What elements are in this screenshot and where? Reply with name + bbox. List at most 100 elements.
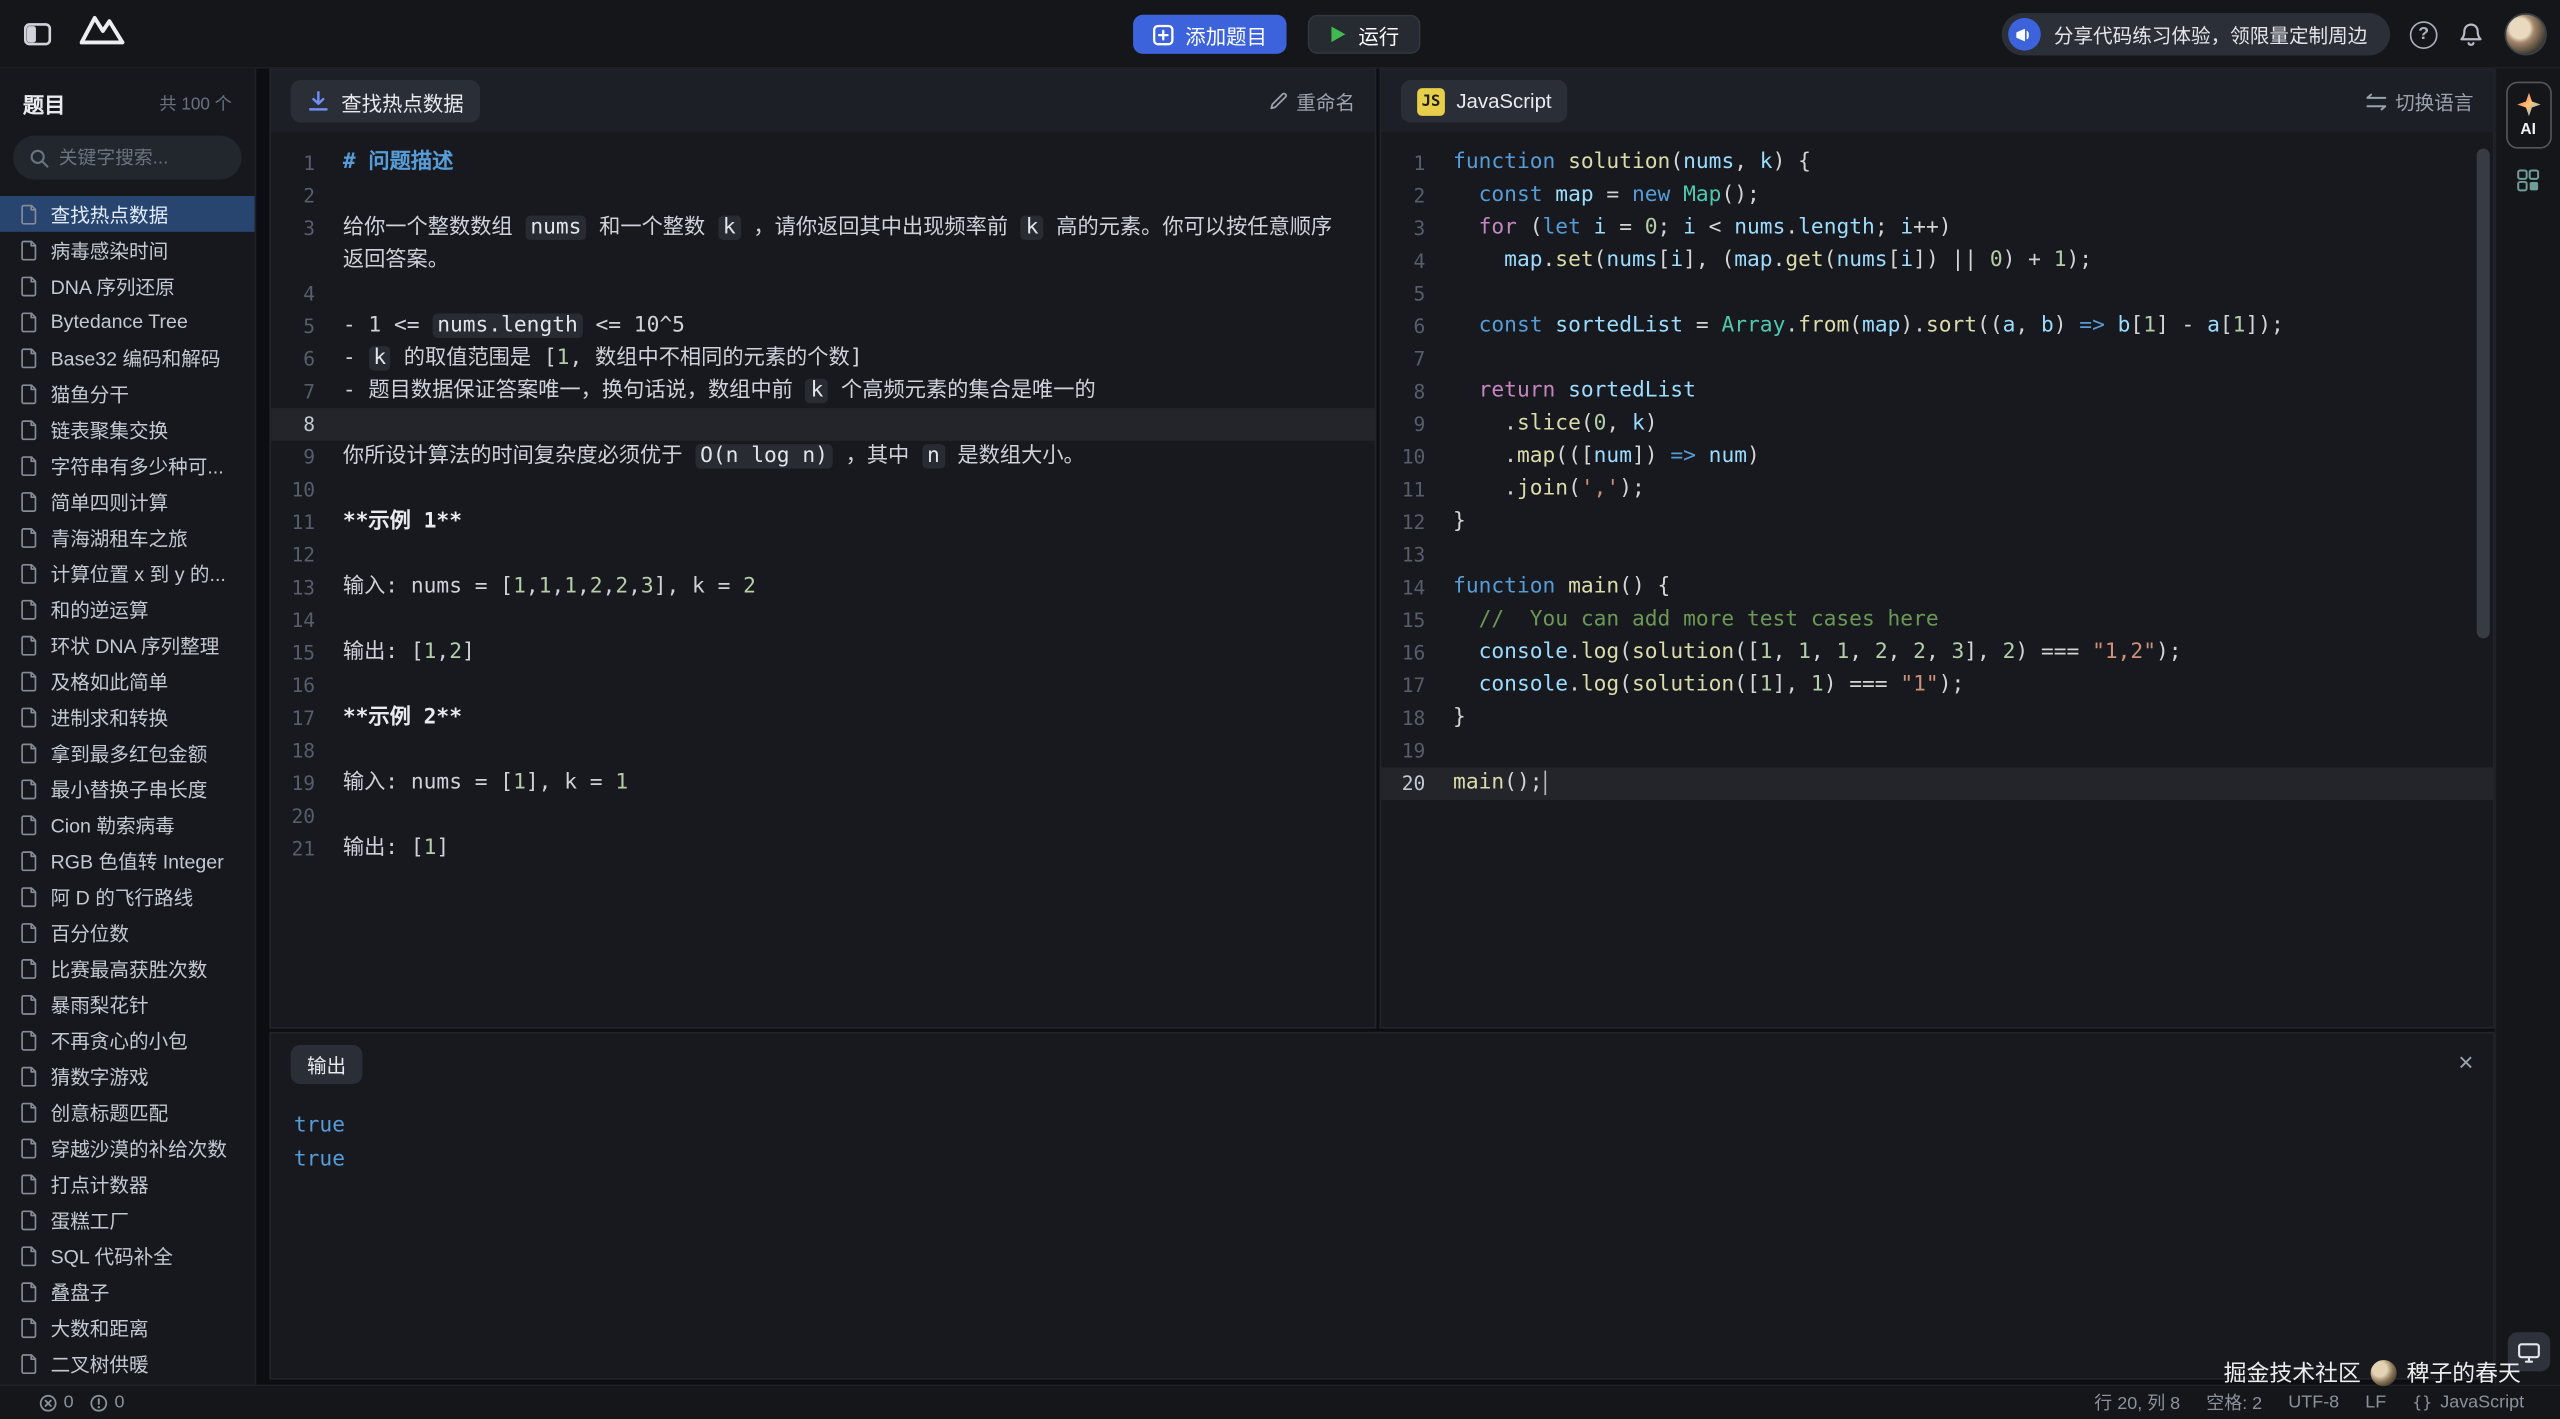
description-line[interactable]: 11**示例 1** [271, 506, 1375, 539]
sidebar-item-problem[interactable]: 比赛最高获胜次数 [0, 950, 255, 986]
sidebar-item-problem[interactable]: 猜数字游戏 [0, 1058, 255, 1094]
description-line[interactable]: 1# 问题描述 [271, 147, 1375, 180]
description-editor[interactable]: 1# 问题描述23给你一个整数数组 nums 和一个整数 k ，请你返回其中出现… [271, 132, 1375, 865]
description-line[interactable]: 13输入: nums = [1,1,1,2,2,3], k = 2 [271, 571, 1375, 604]
sidebar-item-problem[interactable]: 简单四则计算 [0, 483, 255, 519]
description-line[interactable]: 12 [271, 539, 1375, 572]
code-line[interactable]: 18} [1381, 702, 2493, 735]
sidebar-item-problem[interactable]: 字符串有多少种可... [0, 447, 255, 483]
close-output-button[interactable]: × [2458, 1051, 2473, 1077]
sidebar-item-problem[interactable]: 暴雨梨花针 [0, 986, 255, 1022]
code-line[interactable]: 20main(); [1381, 767, 2493, 800]
sidebar-item-problem[interactable]: SQL 代码补全 [0, 1238, 255, 1274]
sidebar-item-problem[interactable]: 链表聚集交换 [0, 411, 255, 447]
code-line[interactable]: 7 [1381, 343, 2493, 376]
code-line[interactable]: 4 map.set(nums[i], (map.get(nums[i]) || … [1381, 245, 2493, 278]
code-line[interactable]: 6 const sortedList = Array.from(map).sor… [1381, 310, 2493, 343]
search-input[interactable] [59, 148, 226, 168]
sidebar-item-problem[interactable]: 穿越沙漠的补给次数 [0, 1130, 255, 1166]
search-box[interactable] [13, 136, 242, 180]
switch-language-button[interactable]: 切换语言 [2366, 87, 2474, 115]
code-line[interactable]: 16 console.log(solution([1, 1, 1, 2, 2, … [1381, 637, 2493, 670]
code-line[interactable]: 12} [1381, 506, 2493, 539]
sidebar-item-problem[interactable]: 和的逆运算 [0, 591, 255, 627]
description-line[interactable]: 10 [271, 473, 1375, 506]
code-line[interactable]: 19 [1381, 735, 2493, 768]
code-line[interactable]: 15 // You can add more test cases here [1381, 604, 2493, 637]
code-editor[interactable]: 1function solution(nums, k) {2 const map… [1381, 132, 2493, 800]
sidebar-item-problem[interactable]: 病毒感染时间 [0, 232, 255, 268]
description-line[interactable]: 6- k 的取值范围是 [1, 数组中不相同的元素的个数] [271, 343, 1375, 376]
encoding[interactable]: UTF-8 [2288, 1393, 2339, 1413]
sidebar-item-problem[interactable]: 叠盘子 [0, 1273, 255, 1309]
sidebar-item-problem[interactable]: 创意标题匹配 [0, 1094, 255, 1130]
description-line[interactable]: 19输入: nums = [1], k = 1 [271, 767, 1375, 800]
code-line[interactable]: 13 [1381, 539, 2493, 572]
cursor-position[interactable]: 行 20, 列 8 [2094, 1389, 2180, 1415]
sidebar-item-problem[interactable]: RGB 色值转 Integer [0, 842, 255, 878]
sidebar-item-problem[interactable]: Cion 勒索病毒 [0, 807, 255, 843]
editor-scrollbar[interactable] [2477, 149, 2490, 639]
sidebar-item-problem[interactable]: 拿到最多红包金额 [0, 735, 255, 771]
rename-button[interactable]: 重命名 [1269, 87, 1356, 115]
description-line[interactable]: 3给你一个整数数组 nums 和一个整数 k ，请你返回其中出现频率前 k 高的… [271, 212, 1375, 277]
code-line[interactable]: 10 .map(([num]) => num) [1381, 441, 2493, 474]
sidebar-item-problem[interactable]: 猫鱼分干 [0, 376, 255, 412]
description-line[interactable]: 17**示例 2** [271, 702, 1375, 735]
ai-assistant-button[interactable]: AI [2505, 82, 2551, 149]
description-line[interactable]: 20 [271, 800, 1375, 833]
screen-share-button[interactable] [2507, 1332, 2549, 1371]
eol-setting[interactable]: LF [2365, 1393, 2386, 1413]
code-line[interactable]: 5 [1381, 278, 2493, 311]
language-mode[interactable]: {} JavaScript [2412, 1393, 2524, 1413]
sidebar-item-problem[interactable]: 计算位置 x 到 y 的... [0, 555, 255, 591]
sidebar-item-problem[interactable]: 蛋糕工厂 [0, 1202, 255, 1238]
description-line[interactable]: 4 [271, 278, 1375, 311]
run-button[interactable]: 运行 [1308, 15, 1421, 54]
sidebar-toggle-button[interactable] [23, 19, 52, 48]
code-line[interactable]: 1function solution(nums, k) { [1381, 147, 2493, 180]
user-avatar[interactable] [2504, 13, 2546, 55]
indent-setting[interactable]: 空格: 2 [2206, 1389, 2262, 1415]
sidebar-item-problem[interactable]: 百分位数 [0, 914, 255, 950]
description-line[interactable]: 21输出: [1] [271, 833, 1375, 866]
add-problem-button[interactable]: 添加题目 [1133, 15, 1286, 54]
sidebar-item-problem[interactable]: 查找热点数据 [0, 196, 255, 232]
code-line[interactable]: 11 .join(','); [1381, 473, 2493, 506]
sidebar-item-problem[interactable]: 青海湖租车之旅 [0, 519, 255, 555]
code-line[interactable]: 17 console.log(solution([1], 1) === "1")… [1381, 669, 2493, 702]
description-line[interactable]: 7- 题目数据保证答案唯一，换句话说，数组中前 k 个高频元素的集合是唯一的 [271, 376, 1375, 409]
description-line[interactable]: 2 [271, 180, 1375, 213]
sidebar-item-problem[interactable]: Bytedance Tree [0, 304, 255, 340]
language-chip[interactable]: JS JavaScript [1401, 80, 1568, 122]
description-line[interactable]: 8 [271, 408, 1375, 441]
warning-counter[interactable]: 0 [90, 1393, 124, 1413]
sidebar-item-problem[interactable]: 环状 DNA 序列整理 [0, 627, 255, 663]
sidebar-item-problem[interactable]: 及格如此简单 [0, 663, 255, 699]
help-button[interactable]: ? [2410, 20, 2438, 48]
notifications-button[interactable] [2457, 20, 2485, 48]
sidebar-item-problem[interactable]: 进制求和转换 [0, 699, 255, 735]
code-line[interactable]: 8 return sortedList [1381, 376, 2493, 409]
sidebar-item-problem[interactable]: 大数和距离 [0, 1309, 255, 1345]
description-line[interactable]: 5- 1 <= nums.length <= 10^5 [271, 310, 1375, 343]
sidebar-item-problem[interactable]: 二叉树供暖 [0, 1345, 255, 1381]
output-tab[interactable]: 输出 [291, 1045, 363, 1084]
sidebar-item-problem[interactable]: DNA 序列还原 [0, 268, 255, 304]
error-counter[interactable]: 0 [39, 1393, 73, 1413]
code-line[interactable]: 9 .slice(0, k) [1381, 408, 2493, 441]
description-line[interactable]: 9你所设计算法的时间复杂度必须优于 O(n log n) ，其中 n 是数组大小… [271, 441, 1375, 474]
extensions-button[interactable] [2516, 168, 2540, 192]
sidebar-item-problem[interactable]: 不再贪心的小包 [0, 1022, 255, 1058]
description-line[interactable]: 16 [271, 669, 1375, 702]
code-line[interactable]: 2 const map = new Map(); [1381, 180, 2493, 213]
description-line[interactable]: 14 [271, 604, 1375, 637]
sidebar-item-problem[interactable]: 最小替换子串长度 [0, 771, 255, 807]
sidebar-item-problem[interactable]: Base32 编码和解码 [0, 340, 255, 376]
description-line[interactable]: 15输出: [1,2] [271, 637, 1375, 670]
promo-banner[interactable]: 分享代码练习体验，领限量定制周边 [2002, 13, 2391, 55]
problem-title-chip[interactable]: 查找热点数据 [291, 80, 480, 122]
code-line[interactable]: 3 for (let i = 0; i < nums.length; i++) [1381, 212, 2493, 245]
sidebar-item-problem[interactable]: 阿 D 的飞行路线 [0, 878, 255, 914]
sidebar-item-problem[interactable]: 打点计数器 [0, 1166, 255, 1202]
